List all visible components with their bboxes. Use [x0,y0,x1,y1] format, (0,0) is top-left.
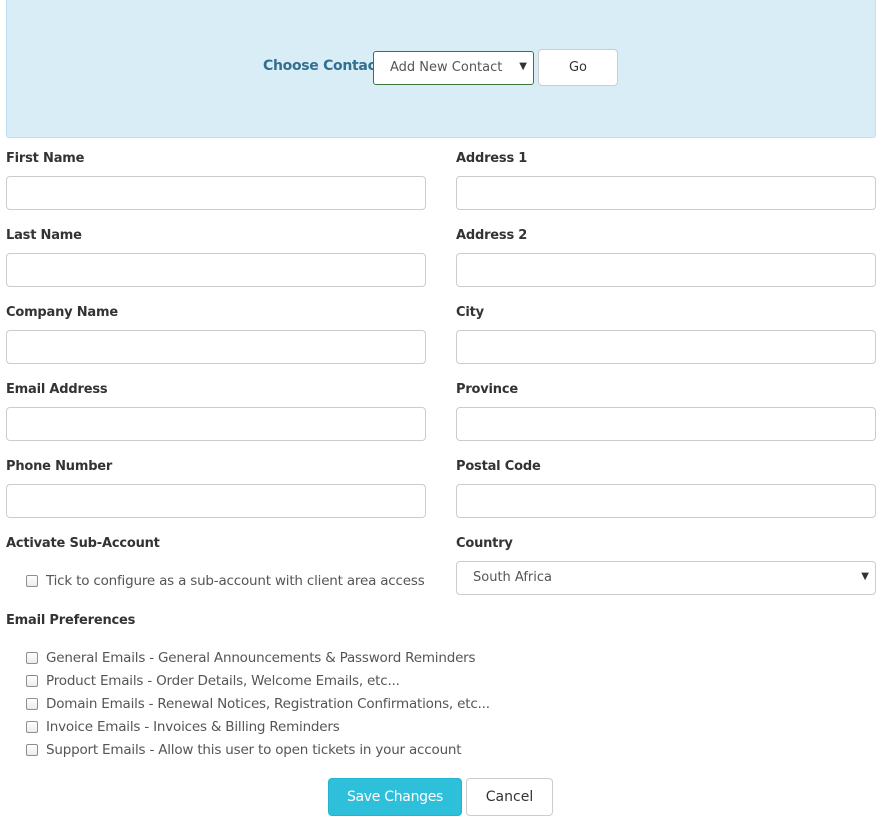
first-name-label: First Name [6,151,85,166]
last-name-input[interactable] [6,253,426,287]
email-pref-general-checkbox[interactable] [26,652,38,664]
email-pref-product-label: Product Emails - Order Details, Welcome … [46,673,400,689]
country-select[interactable]: South Africa ▼ [456,561,876,595]
email-address-label: Email Address [6,382,108,397]
email-pref-support: Support Emails - Allow this user to open… [26,741,462,759]
postal-code-label: Postal Code [456,459,541,474]
go-button[interactable]: Go [538,49,618,86]
email-pref-product: Product Emails - Order Details, Welcome … [26,672,400,690]
email-pref-invoice: Invoice Emails - Invoices & Billing Remi… [26,718,340,736]
choose-contact-label: Choose Contact [263,58,382,74]
sub-account-checkbox[interactable] [26,575,38,587]
address2-label: Address 2 [456,228,528,243]
email-pref-general: General Emails - General Announcements &… [26,649,476,667]
email-pref-invoice-checkbox[interactable] [26,721,38,733]
last-name-label: Last Name [6,228,82,243]
company-name-input[interactable] [6,330,426,364]
email-pref-support-checkbox[interactable] [26,744,38,756]
province-label: Province [456,382,518,397]
email-pref-domain-checkbox[interactable] [26,698,38,710]
email-pref-product-checkbox[interactable] [26,675,38,687]
email-address-input[interactable] [6,407,426,441]
postal-code-input[interactable] [456,484,876,518]
company-name-label: Company Name [6,305,118,320]
country-selected: South Africa [473,570,552,585]
cancel-button[interactable]: Cancel [466,778,553,816]
sub-account-checkbox-label: Tick to configure as a sub-account with … [46,573,425,589]
email-pref-support-label: Support Emails - Allow this user to open… [46,742,462,758]
email-pref-general-label: General Emails - General Announcements &… [46,650,476,666]
chevron-down-icon: ▼ [519,61,527,72]
phone-number-input[interactable] [6,484,426,518]
sub-account-option: Tick to configure as a sub-account with … [26,572,425,590]
first-name-input[interactable] [6,176,426,210]
email-pref-invoice-label: Invoice Emails - Invoices & Billing Remi… [46,719,340,735]
address1-label: Address 1 [456,151,528,166]
address1-input[interactable] [456,176,876,210]
country-label: Country [456,536,513,551]
chevron-down-icon: ▼ [861,571,869,582]
city-label: City [456,305,484,320]
activate-sub-account-label: Activate Sub-Account [6,536,160,551]
address2-input[interactable] [456,253,876,287]
choose-contact-select[interactable]: Add New Contact ▼ [373,51,534,85]
city-input[interactable] [456,330,876,364]
province-input[interactable] [456,407,876,441]
email-pref-domain-label: Domain Emails - Renewal Notices, Registr… [46,696,490,712]
email-pref-domain: Domain Emails - Renewal Notices, Registr… [26,695,490,713]
choose-contact-selected: Add New Contact [390,60,503,75]
email-preferences-heading: Email Preferences [6,613,136,628]
save-changes-button[interactable]: Save Changes [328,778,462,816]
phone-number-label: Phone Number [6,459,113,474]
